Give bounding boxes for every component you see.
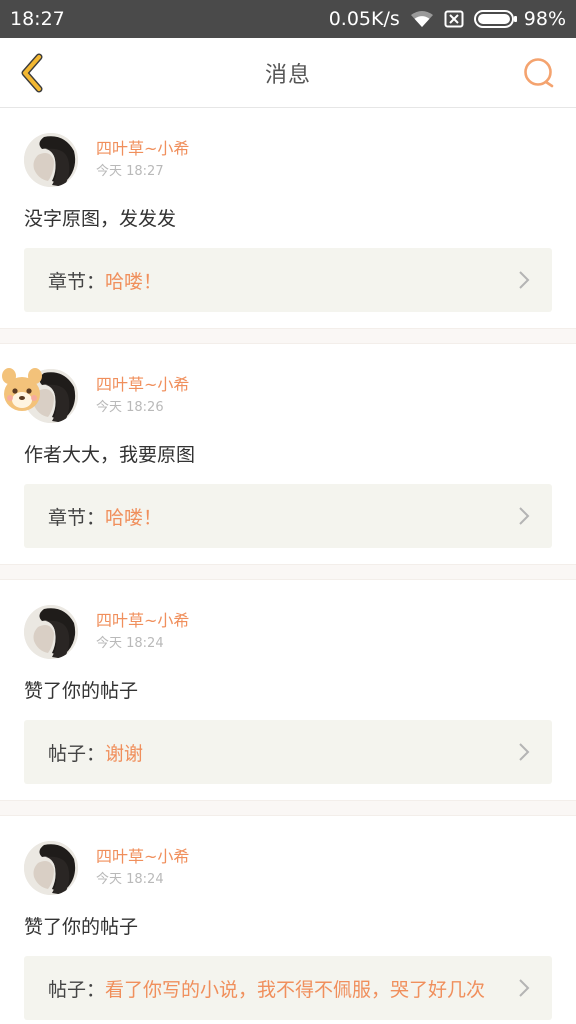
- message-card: 四叶草~小希 今天 18:27 没字原图，发发发 章节： 哈喽！: [0, 108, 576, 328]
- chevron-left-icon: [21, 53, 43, 93]
- avatar[interactable]: [24, 605, 78, 659]
- user-meta: 四叶草~小希 今天 18:24: [96, 610, 189, 654]
- reference-label: 章节：: [48, 270, 106, 293]
- battery-icon: [473, 10, 518, 28]
- message-feed: 四叶草~小希 今天 18:27 没字原图，发发发 章节： 哈喽！ 四叶草~小希 …: [0, 108, 576, 1024]
- page-title: 消息: [264, 62, 311, 88]
- message-text: 赞了你的帖子: [24, 916, 139, 938]
- reference-label: 帖子：: [48, 978, 106, 1001]
- reference-title: 哈喽！: [105, 270, 163, 293]
- wifi-icon: [410, 10, 434, 28]
- message-text: 赞了你的帖子: [24, 680, 139, 702]
- sim-off-icon: [444, 10, 464, 28]
- battery-percent: 98%: [523, 8, 566, 30]
- reference-link[interactable]: 帖子： 谢谢: [24, 720, 552, 784]
- reference-label: 章节：: [48, 506, 106, 529]
- divider: [0, 800, 576, 816]
- status-time: 18:27: [10, 8, 65, 30]
- network-speed: 0.05K/s: [328, 8, 400, 30]
- message-text: 没字原图，发发发: [24, 208, 177, 230]
- back-button[interactable]: [14, 53, 50, 93]
- message-header: 四叶草~小希 今天 18:24: [24, 604, 552, 660]
- message-time: 今天 18:24: [96, 872, 164, 887]
- search-icon: [524, 58, 554, 88]
- user-name[interactable]: 四叶草~小希: [96, 138, 189, 160]
- chevron-right-icon: [510, 977, 530, 999]
- status-indicators: 0.05K/s 98%: [329, 8, 566, 30]
- reference-link[interactable]: 章节： 哈喽！: [24, 248, 552, 312]
- user-name[interactable]: 四叶草~小希: [96, 610, 189, 632]
- message-header: 四叶草~小希 今天 18:27: [24, 132, 552, 188]
- user-name[interactable]: 四叶草~小希: [96, 846, 189, 868]
- message-time: 今天 18:26: [96, 400, 164, 415]
- user-meta: 四叶草~小希 今天 18:24: [96, 846, 189, 890]
- search-button[interactable]: [522, 56, 556, 90]
- divider: [0, 564, 576, 580]
- reference-title: 谢谢: [105, 742, 144, 765]
- message-card: 四叶草~小希 今天 18:24 赞了你的帖子 帖子： 谢谢: [0, 580, 576, 800]
- status-bar: 18:27 0.05K/s 98%: [0, 0, 576, 38]
- message-card: 四叶草~小希 今天 18:26 作者大大，我要原图 章节： 哈喽！: [0, 344, 576, 564]
- message-time: 今天 18:27: [96, 164, 164, 179]
- avatar[interactable]: [24, 133, 78, 187]
- reference-link[interactable]: 章节： 哈喽！: [24, 484, 552, 548]
- chevron-right-icon: [510, 741, 530, 763]
- avatar[interactable]: [24, 841, 78, 895]
- user-meta: 四叶草~小希 今天 18:27: [96, 138, 189, 182]
- user-name[interactable]: 四叶草~小希: [96, 374, 189, 396]
- chevron-right-icon: [510, 505, 530, 527]
- message-card: 四叶草~小希 今天 18:24 赞了你的帖子 帖子： 看了你写的小说，我不得不佩…: [0, 816, 576, 1024]
- reference-label: 帖子：: [48, 742, 106, 765]
- user-meta: 四叶草~小希 今天 18:26: [96, 374, 189, 418]
- avatar-frame-sticker: [0, 364, 44, 414]
- message-time: 今天 18:24: [96, 636, 164, 651]
- message-header: 四叶草~小希 今天 18:26: [2, 368, 552, 424]
- nav-bar: 消息: [0, 38, 576, 108]
- message-text: 作者大大，我要原图: [24, 444, 196, 466]
- divider: [0, 328, 576, 344]
- chevron-right-icon: [510, 269, 530, 291]
- reference-title: 看了你写的小说，我不得不佩服，哭了好几次: [105, 978, 486, 1001]
- reference-title: 哈喽！: [105, 506, 163, 529]
- message-header: 四叶草~小希 今天 18:24: [24, 840, 552, 896]
- battery-indicator: 98%: [473, 8, 566, 30]
- reference-link[interactable]: 帖子： 看了你写的小说，我不得不佩服，哭了好几次: [24, 956, 552, 1020]
